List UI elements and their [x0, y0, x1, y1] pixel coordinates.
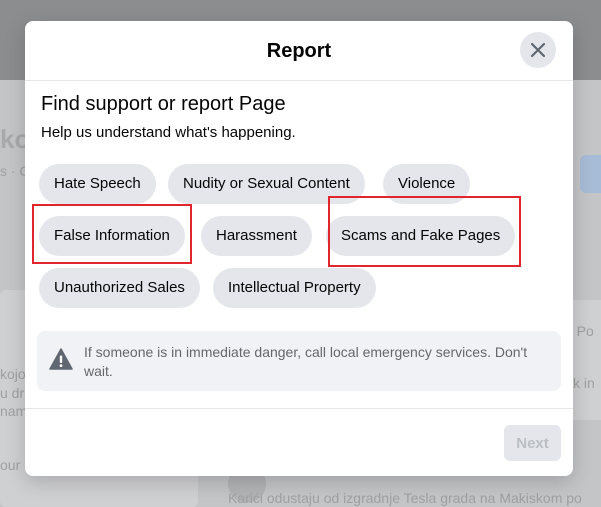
- report-dialog: Report Find support or report Page Help …: [25, 21, 573, 476]
- background-post-text: Karići odustaju od izgradnje Tesla grada…: [228, 490, 582, 506]
- highlight-scams-and-fake-pages: [328, 196, 521, 267]
- close-button[interactable]: [520, 32, 556, 68]
- background-text-fragment: k in: [573, 375, 595, 391]
- option-harassment[interactable]: Harassment: [201, 216, 312, 256]
- background-text-fragment: nam: [0, 403, 28, 419]
- option-intellectual-property[interactable]: Intellectual Property: [213, 268, 376, 308]
- dialog-title: Report: [266, 40, 332, 62]
- background-text-fragment: our: [0, 457, 21, 473]
- emergency-notice: If someone is in immediate danger, call …: [37, 331, 561, 391]
- highlight-false-information: [32, 204, 192, 264]
- next-button[interactable]: Next: [504, 425, 561, 461]
- option-unauthorized-sales[interactable]: Unauthorized Sales: [39, 268, 200, 308]
- section-heading: Find support or report Page: [41, 93, 286, 115]
- warning-icon: [49, 348, 73, 370]
- section-subheading: Help us understand what's happening.: [41, 124, 296, 141]
- close-icon: [530, 42, 546, 58]
- background-text-fragment: kojo: [0, 366, 26, 382]
- notice-text: If someone is in immediate danger, call …: [84, 344, 528, 379]
- dialog-header: Report: [25, 21, 573, 81]
- background-blue-button: [580, 155, 601, 193]
- footer-divider: [25, 408, 573, 409]
- option-hate-speech[interactable]: Hate Speech: [39, 164, 156, 204]
